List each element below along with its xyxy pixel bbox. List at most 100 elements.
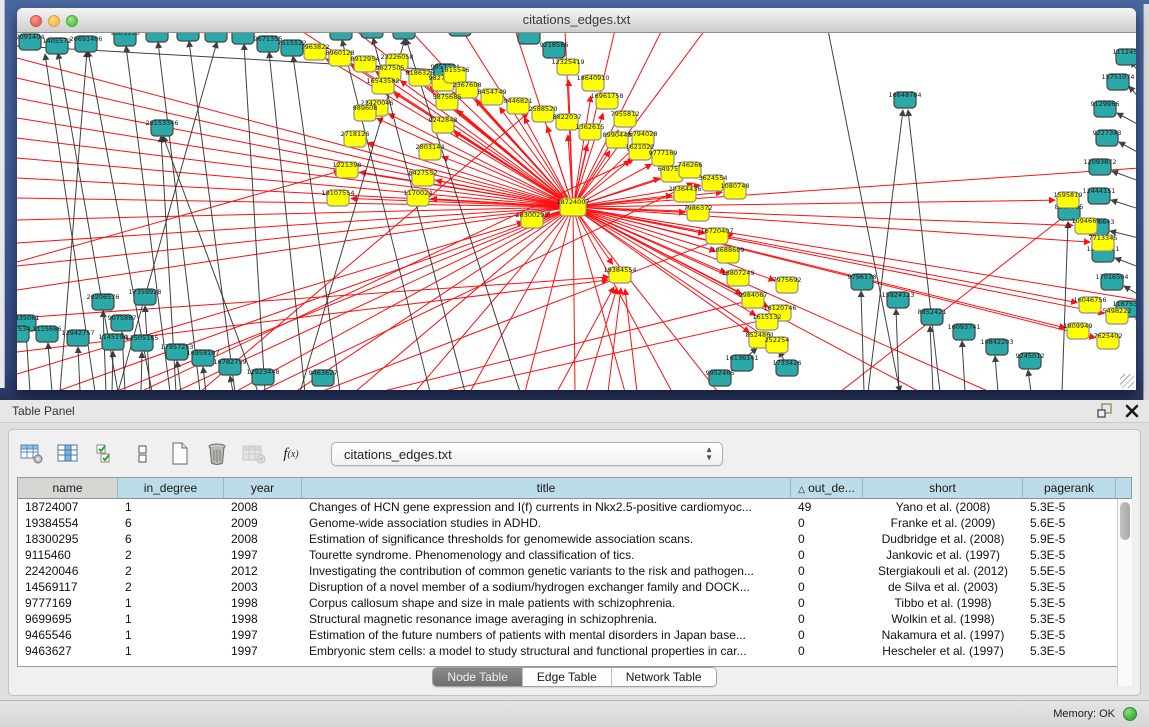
graph-node[interactable]: 10688609 xyxy=(711,246,744,263)
graph-node[interactable]: 1615132 xyxy=(753,313,782,330)
graph-node[interactable]: 1170024 xyxy=(404,189,433,206)
graph-node[interactable]: 9075887 xyxy=(108,314,137,331)
graph-node[interactable]: 1405572 xyxy=(43,37,72,54)
table-row[interactable]: 1830029562008Estimation of significance … xyxy=(18,531,1131,547)
table-row[interactable]: 1938455462009Genome-wide association stu… xyxy=(18,515,1131,531)
graph-node[interactable]: 9129966 xyxy=(1091,100,1120,117)
graph-node[interactable]: 9463627 xyxy=(309,369,338,386)
window-titlebar[interactable]: citations_edges.txt xyxy=(17,8,1136,33)
scrollbar-thumb[interactable] xyxy=(1120,502,1130,540)
table-row[interactable]: 946554611997Estimation of the future num… xyxy=(18,627,1131,643)
graph-node[interactable]: 391534 xyxy=(17,325,30,342)
function-builder-icon[interactable]: f(x) xyxy=(278,441,304,467)
graph-node[interactable]: 989608 xyxy=(353,104,378,121)
graph-node[interactable]: 17359928 xyxy=(128,288,161,305)
table-vertical-scrollbar[interactable] xyxy=(1117,499,1132,686)
graph-node[interactable]: 20153346 xyxy=(145,119,178,136)
delete-column-icon[interactable] xyxy=(204,441,230,467)
graph-node[interactable]: 15824123 xyxy=(881,291,914,308)
graph-node[interactable]: 9505136 xyxy=(111,33,140,46)
graph-node[interactable]: 9242848 xyxy=(429,116,458,133)
graph-node[interactable]: 16053809 xyxy=(355,33,388,38)
graph-node[interactable]: 16033809 xyxy=(324,33,357,40)
graph-node[interactable]: 7986372 xyxy=(684,204,713,221)
graph-node[interactable]: 10053237 xyxy=(140,33,173,42)
graph-node[interactable]: 1145194 xyxy=(99,333,128,350)
table-row[interactable]: 1456911722003Disruption of a novel membe… xyxy=(18,579,1131,595)
graph-node[interactable]: 5498222 xyxy=(1103,307,1132,324)
memory-ok-indicator[interactable] xyxy=(1123,707,1137,721)
graph-node[interactable]: 16093741 xyxy=(947,323,980,340)
graph-node[interactable]: 20364436 xyxy=(668,185,701,202)
graph-node[interactable]: 9227343 xyxy=(1093,129,1122,146)
graph-node[interactable]: 16720407 xyxy=(700,227,733,244)
select-rows-icon[interactable] xyxy=(93,441,119,467)
table-selector-combobox[interactable]: citations_edges.txt ▲▼ xyxy=(331,442,723,466)
graph-node[interactable]: 10842203 xyxy=(980,338,1013,355)
column-header-name[interactable]: name xyxy=(18,478,118,498)
network-canvas[interactable]: 2091404140557220691406950513610053237152… xyxy=(17,33,1136,390)
graph-node[interactable]: 18724007 xyxy=(556,198,589,216)
column-header-short[interactable]: short xyxy=(863,478,1023,498)
graph-node[interactable]: 8852421 xyxy=(918,308,947,325)
graph-node[interactable]: 18807249 xyxy=(721,269,754,286)
column-header-pagerank[interactable]: pagerank xyxy=(1023,478,1116,498)
graph-node[interactable]: 9952465 xyxy=(706,369,735,386)
graph-node[interactable]: 1595819 xyxy=(1054,191,1083,208)
graph-node[interactable]: 18640910 xyxy=(576,74,609,91)
close-panel-icon[interactable] xyxy=(1125,404,1139,418)
float-panel-icon[interactable] xyxy=(1097,403,1113,418)
graph-node[interactable]: 17016504 xyxy=(1095,273,1128,290)
graph-node[interactable]: 16648784 xyxy=(888,91,921,108)
select-columns-icon[interactable] xyxy=(56,441,82,467)
graph-node[interactable]: 16782759 xyxy=(213,358,246,375)
table-row[interactable]: 2242004622012Investigating the contribut… xyxy=(18,563,1131,579)
column-header-in-degree[interactable]: in_degree xyxy=(118,478,224,498)
graph-node[interactable]: 7955812 xyxy=(611,110,640,127)
column-header-out-degree[interactable]: △out_de... xyxy=(791,478,863,498)
graph-node[interactable]: 1115686 xyxy=(33,325,62,342)
graph-node[interactable]: 12325419 xyxy=(551,58,584,75)
graph-node[interactable]: 9245012 xyxy=(1016,352,1045,369)
table-mode-icon[interactable] xyxy=(19,441,45,467)
row-height-icon[interactable] xyxy=(130,441,156,467)
window-resize-grip[interactable] xyxy=(1120,374,1134,388)
new-column-icon[interactable] xyxy=(167,441,193,467)
tab-edge-table[interactable]: Edge Table xyxy=(523,668,612,686)
graph-node[interactable]: 2803144 xyxy=(416,143,445,160)
graph-node[interactable]: 1080748 xyxy=(721,182,750,199)
graph-node[interactable]: 7713345 xyxy=(1089,234,1118,251)
graph-node[interactable]: 1005323 xyxy=(390,33,419,39)
graph-node[interactable]: 16961758 xyxy=(590,92,623,109)
graph-node[interactable]: 2091404 xyxy=(17,33,44,50)
graph-node[interactable]: 1733426 xyxy=(773,359,802,376)
table-row[interactable]: 977716911998Corpus callosum shape and si… xyxy=(18,595,1131,611)
table-row[interactable]: 911546021997Tourette syndrome. Phenomeno… xyxy=(18,547,1131,563)
graph-node[interactable]: 20206576 xyxy=(86,293,119,310)
graph-node[interactable]: 7625402 xyxy=(1094,332,1123,349)
graph-node[interactable]: 1809949 xyxy=(1064,322,1093,339)
table-row[interactable]: 969969511998Structural magnetic resonanc… xyxy=(18,611,1131,627)
graph-node[interactable]: 1221398 xyxy=(333,161,362,178)
graph-node[interactable]: 9218586 xyxy=(540,41,569,58)
graph-node[interactable]: 9777169 xyxy=(649,149,678,166)
tab-network-table[interactable]: Network Table xyxy=(612,668,716,686)
graph-node[interactable]: 12093872 xyxy=(1083,158,1116,175)
graph-node[interactable]: 5875685 xyxy=(433,93,462,110)
table-row[interactable]: 1872400712008Changes of HCN gene express… xyxy=(18,499,1131,515)
graph-node[interactable]: 8427552 xyxy=(409,169,438,186)
column-header-title[interactable]: title xyxy=(302,478,791,498)
graph-node[interactable]: 1094665 xyxy=(1072,217,1101,234)
tab-node-table[interactable]: Node Table xyxy=(433,668,523,686)
graph-node[interactable]: 19384554 xyxy=(603,266,636,283)
graph-node[interactable]: 1883130 xyxy=(446,33,475,36)
graph-node[interactable]: 1362615 xyxy=(576,123,605,140)
graph-node[interactable]: 7975692 xyxy=(773,276,802,293)
graph-node[interactable]: 252254 xyxy=(765,336,790,353)
table-row[interactable]: 946362711997Embryonic stem cells: a mode… xyxy=(18,643,1131,659)
graph-node[interactable]: 9796178 xyxy=(848,273,877,290)
graph-node[interactable]: 15276022 xyxy=(171,33,204,41)
graph-node[interactable]: 2718126 xyxy=(341,130,370,147)
graph-node[interactable]: 12444151 xyxy=(1082,187,1115,204)
column-header-year[interactable]: year xyxy=(224,478,302,498)
